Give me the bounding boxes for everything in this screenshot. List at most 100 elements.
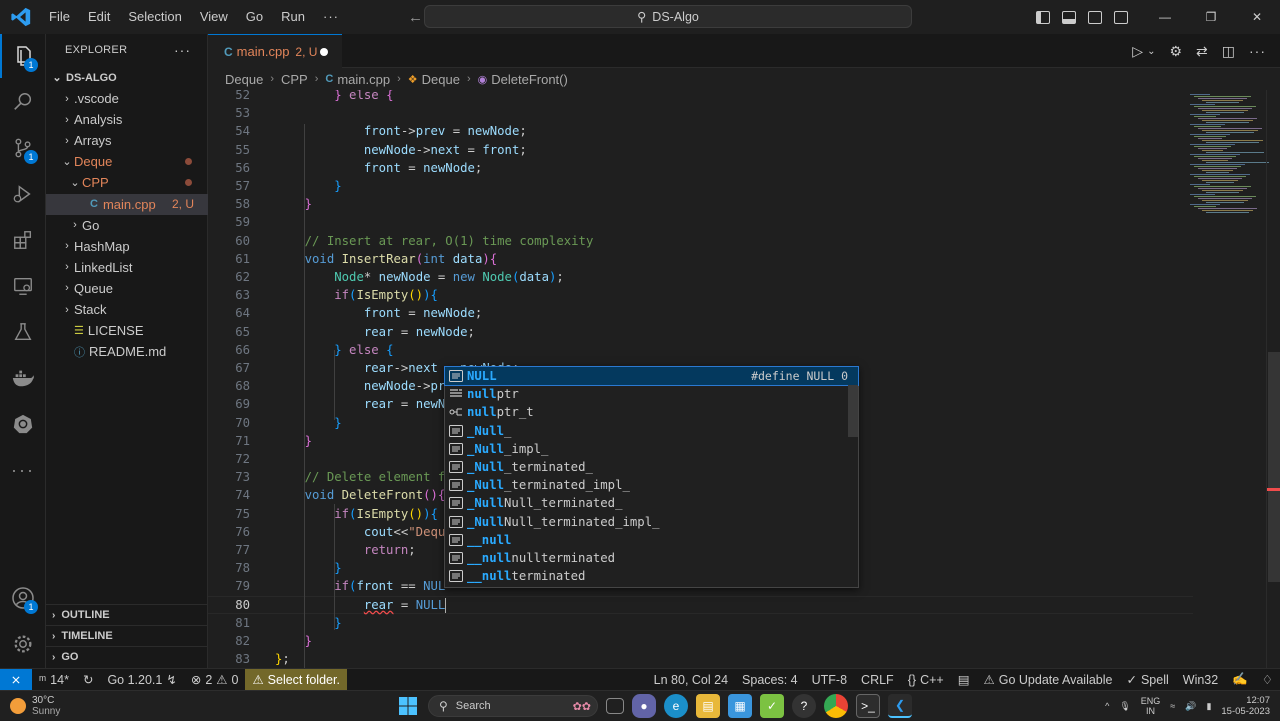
tree-item-queue[interactable]: › Queue [46,278,208,299]
toggle-panel-icon[interactable] [1062,10,1076,24]
menu-run[interactable]: Run [272,0,314,34]
restore-button[interactable]: ❐ [1188,10,1234,24]
tree-item-go[interactable]: › Go [46,215,208,236]
code-line[interactable]: } [275,432,312,450]
settings-gear-icon[interactable]: ⚙ [1169,43,1182,60]
explorer-icon[interactable]: 1 [0,34,46,78]
tree-item--vscode[interactable]: › .vscode [46,88,208,109]
eol-status[interactable]: CRLF [854,669,901,691]
menu-edit[interactable]: Edit [79,0,119,34]
search-view-icon[interactable] [0,80,46,124]
accounts-icon[interactable]: 1 [0,576,46,620]
run-dropdown-chevron-icon[interactable]: ⌄ [1147,46,1155,57]
suggestion-item[interactable]: __null [445,531,858,549]
copilot-icon[interactable]: ▤ [951,669,977,691]
breadcrumb-item[interactable]: Deque [225,72,263,87]
docker-icon[interactable] [0,356,46,400]
suggestion-item[interactable]: null ptr [445,385,858,403]
clock[interactable]: 12:07 15-05-2023 [1221,695,1270,717]
code-line[interactable]: }; [275,650,290,668]
ports-status[interactable]: ᵐ 14* [32,669,76,691]
suggestion-item[interactable]: _Null _impl_ [445,440,858,458]
platform-status[interactable]: Win32 [1176,669,1225,691]
code-line[interactable]: void DeleteFront(){ [275,486,446,504]
toggle-primary-sidebar-icon[interactable] [1036,10,1050,24]
minimap[interactable] [1186,90,1269,668]
chrome-icon[interactable] [824,694,848,718]
cursor-position-status[interactable]: Ln 80, Col 24 [647,669,735,691]
code-line[interactable]: } else { [275,90,393,104]
wifi-icon[interactable]: ≈ [1170,701,1175,711]
edge-browser-icon[interactable]: e [664,694,688,718]
code-line[interactable]: if(IsEmpty()){ [275,286,438,304]
code-line[interactable]: // Delete element f [275,468,446,486]
suggestion-item[interactable]: __null terminated [445,567,858,585]
suggestion-item[interactable]: _Null _ [445,422,858,440]
source-control-icon[interactable]: 1 [0,126,46,170]
suggestion-item[interactable]: null ptr_t [445,403,858,421]
tree-item-analysis[interactable]: › Analysis [46,109,208,130]
code-line[interactable]: Node* newNode = new Node(data); [275,268,564,286]
menu-go[interactable]: Go [237,0,272,34]
unity-icon[interactable]: ? [792,694,816,718]
command-center-search[interactable]: ⚲ DS-Algo [424,5,912,28]
code-line[interactable]: // Insert at rear, O(1) time complexity [275,232,594,250]
encoding-status[interactable]: UTF-8 [805,669,854,691]
tab-main-cpp[interactable]: C main.cpp 2, U [208,34,342,68]
code-line[interactable]: newNode->next = front; [275,141,527,159]
code-line[interactable]: } [275,614,341,632]
suggestion-item[interactable]: _Null Null_terminated_impl_ [445,513,858,531]
compare-changes-icon[interactable]: ⇄ [1196,43,1208,60]
menu-view[interactable]: View [191,0,237,34]
suggestion-item[interactable]: __null nullterminated [445,549,858,567]
menu-selection[interactable]: Selection [119,0,190,34]
windows-start-icon[interactable] [396,694,420,718]
breadcrumb-item[interactable]: DeleteFront() [491,72,568,87]
terminal-icon[interactable]: >_ [856,694,880,718]
select-folder-status[interactable]: ⚠ Select folder. [245,668,347,691]
live-share-status[interactable]: ↻ [76,669,100,691]
run-debug-icon[interactable] [0,172,46,216]
extensions-icon[interactable] [0,218,46,262]
go-version-status[interactable]: Go 1.20.1 ↯ [100,669,183,691]
workspace-root[interactable]: ⌄ DS-ALGO [46,67,208,88]
outline-section[interactable]: › OUTLINE [46,604,208,625]
split-editor-icon[interactable]: ◫ [1222,43,1235,60]
close-window-button[interactable]: ✕ [1234,10,1280,24]
code-line[interactable]: cout<<"Dequ [275,523,445,541]
suggestion-item[interactable]: _Null _terminated_impl_ [445,476,858,494]
teams-chat-icon[interactable]: ● [632,694,656,718]
code-line[interactable]: if(front == NUL [275,577,445,595]
code-line[interactable]: front->prev = newNode; [275,122,527,140]
code-line[interactable]: } [275,632,312,650]
code-line[interactable]: if(IsEmpty()){ [275,505,438,523]
suggestion-item[interactable]: _Null _terminated_ [445,458,858,476]
notepad-plus-icon[interactable]: ✓ [760,694,784,718]
suggestion-item[interactable]: _Null Null_terminated_ [445,494,858,512]
back-arrow-icon[interactable]: ← [408,9,423,26]
code-line[interactable]: } [275,414,341,432]
feedback-icon[interactable]: ✍ [1225,669,1255,691]
input-language[interactable]: ENG IN [1141,696,1161,716]
code-line[interactable]: } [275,559,341,577]
scrollbar-thumb[interactable] [1268,352,1280,582]
code-line[interactable]: } [275,177,341,195]
more-actions-icon[interactable]: ··· [1249,43,1266,59]
microphone-icon[interactable]: 🎙 [1119,701,1130,712]
tree-item-cpp[interactable]: ⌄ CPP [46,172,208,193]
microsoft-store-icon[interactable]: ▦ [728,694,752,718]
tree-item-arrays[interactable]: › Arrays [46,130,208,151]
more-views-icon[interactable]: ··· [0,448,46,492]
tree-item-readme-md[interactable]: ⓘ README.md [46,341,208,362]
weather-widget[interactable]: 30°C Sunny [0,695,200,717]
toggle-secondary-sidebar-icon[interactable] [1088,10,1102,24]
code-line[interactable]: newNode->pr [275,377,445,395]
suggestion-item[interactable]: NULL #define NULL 0 [444,365,859,387]
tray-chevron-up-icon[interactable]: ^ [1105,701,1109,711]
code-line[interactable]: front = newNode; [275,304,482,322]
kubernetes-icon[interactable] [0,402,46,446]
code-line[interactable]: void InsertRear(int data){ [275,250,498,268]
tree-item-stack[interactable]: › Stack [46,299,208,320]
language-status[interactable]: {} C++ [901,669,951,691]
battery-icon[interactable]: ▮ [1206,701,1211,712]
